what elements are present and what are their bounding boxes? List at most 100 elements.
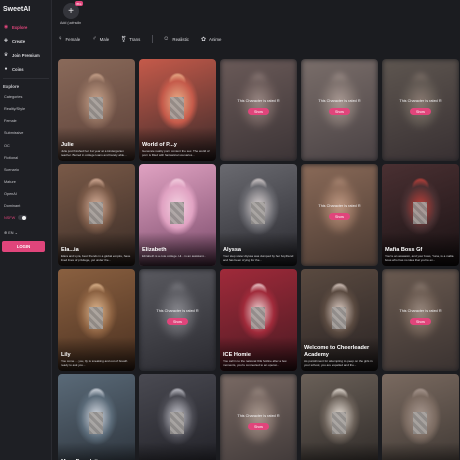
filter-anime[interactable]: ✿ Anime	[201, 36, 221, 43]
sidebar-item-scenario[interactable]: Scenario	[4, 168, 19, 172]
character-description: You're an assassin, and your boss, Yuna,…	[385, 255, 454, 262]
character-description: Julie just finished her 1st year at a ki…	[61, 150, 127, 157]
character-card[interactable]: Haley	[301, 374, 378, 460]
character-card[interactable]	[382, 374, 459, 460]
anime-icon: ✿	[201, 36, 207, 43]
nav-coins[interactable]: ● Coins	[0, 63, 52, 75]
card-gradient	[139, 442, 216, 460]
character-card[interactable]: Lily You come ... you, Ily is sneaking an…	[58, 269, 135, 371]
character-card[interactable]: Welcome to Cheerleader Academy As punishm…	[301, 269, 378, 371]
show-button[interactable]: Show	[329, 213, 350, 220]
coin-icon: ●	[4, 66, 8, 72]
character-description: You call in to the national ICE hotline …	[223, 360, 287, 367]
character-card[interactable]: Julie Julie just finished her 1st year at…	[58, 59, 135, 161]
character-card[interactable]: Alyssa Your step sister Alyssa was dumped…	[220, 164, 297, 266]
nav-create[interactable]: ✚ Create	[0, 35, 52, 47]
sidebar-item-categories[interactable]: Categories	[4, 95, 22, 99]
add-button[interactable]: + Pro	[63, 1, 84, 19]
character-name: Lily	[61, 352, 71, 358]
show-button[interactable]: Show	[329, 108, 350, 115]
filter-trans[interactable]: ⚧ Trans	[121, 36, 140, 43]
nav-coins-label: Coins	[12, 66, 24, 72]
rated-notice: This Character is rated R	[399, 309, 442, 313]
nav-premium[interactable]: ♛ Join Premium	[0, 49, 52, 61]
censor-pixelation	[89, 97, 103, 119]
character-card[interactable]: Mafia Boss Gf You're an assassin, and you…	[382, 164, 459, 266]
filter-male[interactable]: ♂ Male	[92, 36, 109, 42]
card-gradient	[58, 442, 135, 460]
nsfw-toggle-row: NSFW	[4, 215, 28, 220]
character-card[interactable]: This Character is rated R Show	[301, 164, 378, 266]
filter-bar: ♀ Female ♂ Male ⚧ Trans ☺ Realistic ✿ An…	[58, 32, 233, 46]
character-card[interactable]: Ela...ia Elara and Lyra, best friends in …	[58, 164, 135, 266]
filter-realistic-label: Realistic	[172, 36, 189, 42]
character-name: Mafia Boss Gf	[385, 247, 423, 253]
character-card[interactable]: Elizabeth Elizabeth is a cute college. Hi…	[139, 164, 216, 266]
explore-section-title: Explore	[3, 84, 20, 89]
character-description: Generate reality porn content the sex. T…	[142, 150, 210, 157]
character-card[interactable]: This Character is rated R Show	[301, 59, 378, 161]
censor-pixelation	[89, 202, 103, 224]
censor-pixelation	[170, 202, 184, 224]
sidebar-item-mature[interactable]: Mature	[4, 180, 16, 184]
rated-notice: This Character is rated R	[237, 414, 280, 418]
character-description: As punishment for attempting to peep on …	[304, 360, 373, 367]
compass-icon: ◉	[3, 24, 9, 30]
nav-create-label: Create	[12, 38, 26, 44]
character-description: Elizabeth is a cute college. Hi... is an…	[142, 255, 207, 258]
chevron-down-icon: ⌄	[14, 231, 18, 235]
plus-icon: +	[68, 5, 74, 17]
character-card[interactable]: This Character is rated R Show	[382, 59, 459, 161]
censor-pixelation	[332, 412, 346, 434]
add-character[interactable]: + Pro Add (ucfrsdin	[60, 1, 86, 25]
character-name: Julie	[61, 142, 74, 148]
character-name: ICE Homie	[223, 352, 251, 358]
censor-pixelation	[413, 412, 427, 434]
filter-female[interactable]: ♀ Female	[58, 36, 80, 42]
filter-realistic[interactable]: ☺ Realistic	[163, 36, 189, 42]
censor-pixelation	[251, 202, 265, 224]
brand-logo[interactable]: SweetAI	[3, 6, 30, 13]
rated-notice: This Character is rated R	[237, 99, 280, 103]
character-card[interactable]: Eimi	[139, 374, 216, 460]
nav-explore[interactable]: ◉ Explore	[0, 21, 52, 33]
pro-badge: Pro	[75, 1, 84, 6]
sidebar-item-female[interactable]: Female	[4, 119, 17, 123]
show-button[interactable]: Show	[248, 423, 269, 430]
sidebar-item-oc[interactable]: OC	[4, 144, 10, 148]
sidebar-item-fictional[interactable]: Fictional	[4, 156, 18, 160]
character-card[interactable]: World of P...y Generate reality porn cont…	[139, 59, 216, 161]
sidebar-item-openai[interactable]: OpenAI	[4, 192, 17, 196]
censor-pixelation	[89, 307, 103, 329]
censor-pixelation	[251, 307, 265, 329]
character-name: Ela...ia	[61, 247, 79, 253]
censor-pixelation	[332, 307, 346, 329]
character-name: Alyssa	[223, 247, 242, 253]
character-card[interactable]: ICE Homie You call in to the national ICE…	[220, 269, 297, 371]
character-card[interactable]: Mars Population Expansion Project	[58, 374, 135, 460]
crown-icon: ♛	[3, 52, 9, 58]
censor-pixelation	[170, 412, 184, 434]
character-card[interactable]: This Character is rated R Show	[220, 59, 297, 161]
language-select[interactable]: ⊕ EN ⌄	[4, 230, 18, 235]
login-button[interactable]: LOGIN	[2, 241, 45, 252]
character-description: Elara and Lyra, best friends in a global…	[61, 255, 131, 262]
show-button[interactable]: Show	[167, 318, 188, 325]
nsfw-toggle[interactable]	[18, 215, 28, 220]
character-card[interactable]: This Character is rated R Show	[382, 269, 459, 371]
show-button[interactable]: Show	[410, 108, 431, 115]
nsfw-label: NSFW	[4, 215, 16, 220]
nav-explore-label: Explore	[12, 24, 28, 30]
show-button[interactable]: Show	[410, 318, 431, 325]
character-card[interactable]: This Character is rated R Show	[220, 374, 297, 460]
card-gradient	[382, 442, 459, 460]
show-button[interactable]: Show	[248, 108, 269, 115]
female-icon: ♀	[58, 36, 63, 42]
filter-divider	[152, 35, 154, 43]
sidebar-item-reality-style[interactable]: Reality/Style	[4, 107, 25, 111]
sidebar-item-dominant[interactable]: Dominant	[4, 204, 20, 208]
character-name: World of P...y	[142, 142, 177, 148]
character-card[interactable]: This Character is rated R Show	[139, 269, 216, 371]
nav-premium-label: Join Premium	[12, 52, 40, 58]
sidebar-item-submissive[interactable]: Submissive	[4, 131, 23, 135]
